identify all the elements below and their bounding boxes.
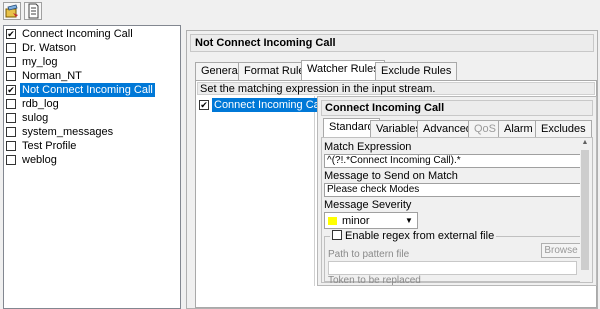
pattern-path-label: Path to pattern file [328,249,410,260]
profile-item[interactable]: system_messages [4,125,180,139]
edit-rules-button[interactable] [3,2,21,20]
profile-detail-panel: Not Connect Incoming Call General Format… [186,30,598,309]
match-expression-label: Match Expression [324,141,412,153]
token-label: Token to be replaced [328,275,421,286]
profile-item[interactable]: Dr. Watson [4,41,180,55]
rule-list[interactable]: ✔ Connect Incoming Call [197,96,327,286]
profile-label: my_log [22,56,58,68]
profile-label: sulog [22,112,49,124]
profile-checkbox[interactable] [6,113,16,123]
rule-label: Connect Incoming Call [212,98,327,112]
profile-item[interactable]: sulog [4,111,180,125]
document-button[interactable] [24,2,42,20]
profile-label: system_messages [22,126,114,138]
message-label: Message to Send on Match [324,170,458,182]
regex-checkbox[interactable] [332,230,342,240]
profile-list[interactable]: ✔ Connect Incoming Call Dr. Watson my_lo… [3,25,181,309]
profile-checkbox[interactable]: ✔ [6,29,16,39]
chevron-down-icon: ▼ [405,216,413,225]
profile-label: rdb_log [22,98,59,110]
profile-checkbox[interactable] [6,99,16,109]
severity-color-swatch [328,217,337,225]
regex-label: Enable regex from external file [345,230,495,242]
profile-checkbox[interactable] [6,43,16,53]
profile-item[interactable]: Test Profile [4,139,180,153]
profile-title: Not Connect Incoming Call [190,34,594,52]
edit-rules-icon [5,4,18,18]
tab-excludes[interactable]: Excludes [535,120,592,138]
rule-checkbox[interactable]: ✔ [199,100,209,110]
profile-item-selected[interactable]: ✔ Not Connect Incoming Call [4,83,180,97]
profile-item[interactable]: weblog [4,153,180,167]
profile-item[interactable]: ✔ Connect Incoming Call [4,27,180,41]
profile-checkbox[interactable] [6,155,16,165]
match-expression-input[interactable]: ^(?!.*Connect Incoming Call).* [324,154,582,168]
profile-checkbox[interactable] [6,127,16,137]
severity-select[interactable]: minor ▼ [324,212,418,229]
profile-checkbox[interactable] [6,141,16,151]
tab-alarm[interactable]: Alarm [498,120,539,138]
browse-button: Browse [541,243,581,258]
profile-checkbox[interactable] [6,57,16,67]
profile-label: Connect Incoming Call [22,28,133,40]
rule-detail-panel: Connect Incoming Call Standard Variables… [317,96,597,286]
profile-label: Test Profile [22,140,77,152]
profile-checkbox[interactable] [6,71,16,81]
profile-item[interactable]: Norman_NT [4,69,180,83]
profile-label: weblog [22,154,57,166]
tab-qos: QoS [468,120,503,138]
rule-title: Connect Incoming Call [321,100,593,116]
profile-checkbox[interactable]: ✔ [6,85,16,95]
scroll-up-icon[interactable]: ▲ [580,138,590,148]
tab-watcher-rules[interactable]: Watcher Rules [301,60,385,80]
form-scrollbar[interactable]: ▲ [580,138,590,282]
regex-file-group: Enable regex from external file Browse P… [324,230,586,286]
tab-exclude-rules[interactable]: Exclude Rules [375,62,458,80]
document-icon [28,3,39,19]
profile-item[interactable]: my_log [4,55,180,69]
pattern-path-input [328,261,577,275]
watcher-description: Set the matching expression in the input… [197,82,595,95]
toolbar [0,0,600,22]
scroll-thumb[interactable] [581,150,589,270]
severity-label: Message Severity [324,199,412,211]
severity-value: minor [342,215,370,227]
profile-label: Not Connect Incoming Call [20,83,155,97]
standard-tab-panel: Match Expression ^(?!.*Connect Incoming … [321,137,593,286]
message-input[interactable]: Please check Modes [324,183,582,197]
profile-item[interactable]: rdb_log [4,97,180,111]
regex-toggle[interactable]: Enable regex from external file [330,230,497,242]
profile-label: Dr. Watson [22,42,76,54]
watcher-rules-panel: Set the matching expression in the input… [195,80,597,308]
profile-label: Norman_NT [22,70,82,82]
